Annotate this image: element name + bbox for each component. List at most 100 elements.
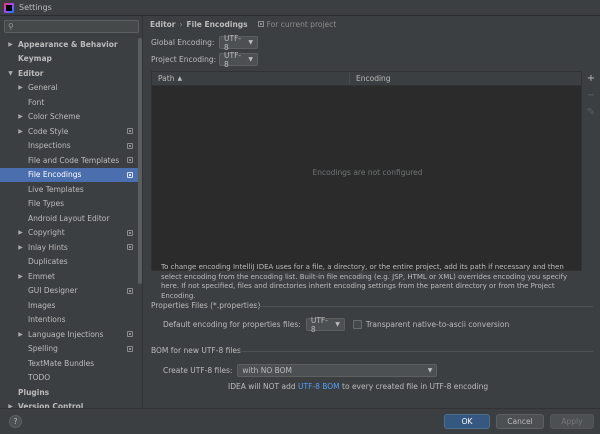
- sidebar-item-duplicates[interactable]: Duplicates: [0, 255, 142, 270]
- sidebar-scrollbar[interactable]: [138, 38, 142, 284]
- chevron-right-icon[interactable]: ▶: [16, 331, 25, 338]
- sidebar-item-general[interactable]: ▶ General: [0, 81, 142, 96]
- sidebar-item-copyright[interactable]: ▶ Copyright: [0, 226, 142, 241]
- chevron-down-icon[interactable]: ▼: [6, 70, 15, 77]
- sidebar-item-gui-designer[interactable]: GUI Designer: [0, 284, 142, 299]
- chevron-down-icon: ▼: [248, 39, 253, 46]
- breadcrumb-parent: Editor: [150, 19, 176, 29]
- project-scope-icon: [127, 157, 133, 163]
- sidebar-item-editor[interactable]: ▼ Editor: [0, 66, 142, 81]
- settings-tree: ▶ Appearance & Behavior Keymap ▼ Editor ▶ Gene…: [0, 37, 142, 408]
- chevron-right-icon[interactable]: ▶: [16, 273, 25, 280]
- table-empty-text: Encodings are not configured: [312, 167, 423, 177]
- sidebar-item-label: Language Injections: [28, 329, 104, 339]
- bom-create-value: with NO BOM: [242, 366, 293, 375]
- edit-icon[interactable]: ✎: [584, 107, 598, 124]
- bom-create-label: Create UTF-8 files:: [163, 366, 233, 375]
- chevron-down-icon: ▼: [248, 56, 253, 63]
- sidebar-item-android-layout-editor[interactable]: Android Layout Editor: [0, 211, 142, 226]
- sidebar-item-file-encodings[interactable]: File Encodings: [0, 167, 142, 182]
- chevron-right-icon[interactable]: ▶: [16, 229, 25, 236]
- chevron-right-icon[interactable]: ▶: [16, 84, 25, 91]
- bom-hint-suffix: to every created file in UTF-8 encoding: [339, 382, 489, 391]
- sidebar-item-color-scheme[interactable]: ▶ Color Scheme: [0, 110, 142, 125]
- settings-search-input[interactable]: [16, 22, 127, 31]
- sidebar-item-images[interactable]: Images: [0, 298, 142, 313]
- sidebar-item-language-injections[interactable]: ▶ Language Injections: [0, 327, 142, 342]
- sidebar-item-spelling[interactable]: Spelling: [0, 342, 142, 357]
- global-encoding-label: Global Encoding:: [151, 38, 215, 47]
- sidebar-item-emmet[interactable]: ▶ Emmet: [0, 269, 142, 284]
- chevron-down-icon: ▼: [335, 321, 340, 328]
- transparent-conversion-checkbox[interactable]: [352, 320, 362, 329]
- chevron-right-icon[interactable]: ▶: [6, 41, 15, 48]
- sidebar-item-file-types[interactable]: File Types: [0, 197, 142, 212]
- bom-section-title: BOM for new UTF-8 files: [151, 346, 241, 355]
- sidebar-item-inlay-hints[interactable]: ▶ Inlay Hints: [0, 240, 142, 255]
- section-divider: [248, 306, 593, 307]
- sidebar-item-label: TODO: [28, 373, 51, 383]
- sidebar-item-label: Editor: [18, 68, 44, 78]
- project-scope-icon: [127, 287, 133, 294]
- sidebar-item-file-and-code-templates[interactable]: File and Code Templates: [0, 153, 142, 168]
- sidebar-item-textmate-bundles[interactable]: TextMate Bundles: [0, 356, 142, 371]
- sidebar-item-plugins[interactable]: Plugins: [0, 385, 142, 400]
- add-icon[interactable]: +: [584, 73, 598, 90]
- sidebar-item-label: Inlay Hints: [28, 242, 68, 252]
- project-scope-note: For current project: [257, 19, 337, 29]
- utf8-bom-link[interactable]: UTF-8 BOM: [298, 382, 340, 391]
- cancel-button[interactable]: Cancel: [496, 414, 544, 429]
- global-encoding-select[interactable]: UTF-8 ▼: [219, 33, 258, 52]
- sidebar-item-font[interactable]: Font: [0, 95, 142, 110]
- sidebar-item-todo[interactable]: TODO: [0, 371, 142, 386]
- bom-create-select[interactable]: with NO BOM ▼: [237, 364, 438, 377]
- project-encoding-value: UTF-8: [224, 50, 242, 69]
- bom-section-label: BOM for new UTF-8 files: [151, 346, 241, 355]
- global-encoding-row: Global Encoding: UTF-8 ▼: [151, 33, 258, 52]
- sidebar-item-label: Inspections: [28, 141, 71, 151]
- project-encoding-row: Project Encoding: UTF-8 ▼: [151, 50, 258, 69]
- encodings-table[interactable]: Path ▲ Encoding Encodings are not config…: [151, 71, 582, 271]
- sidebar-item-intentions[interactable]: Intentions: [0, 313, 142, 328]
- sidebar-item-label: Images: [28, 300, 56, 310]
- breadcrumb-separator: ›: [179, 19, 183, 29]
- chevron-right-icon[interactable]: ▶: [16, 128, 25, 135]
- remove-icon[interactable]: −: [584, 90, 598, 107]
- project-scope-label: For current project: [266, 19, 337, 29]
- sidebar-item-label: Spelling: [28, 344, 58, 354]
- chevron-right-icon[interactable]: ▶: [16, 244, 25, 251]
- apply-button[interactable]: Apply: [550, 414, 594, 429]
- dialog-button-bar: ? OK Cancel Apply: [0, 408, 600, 434]
- project-scope-icon: [127, 345, 133, 352]
- settings-search[interactable]: ⚲: [4, 20, 139, 33]
- project-scope-icon: [257, 21, 264, 27]
- chevron-right-icon[interactable]: ▶: [16, 113, 25, 120]
- settings-sidebar: ⚲ ▶ Appearance & Behavior Keymap ▼ Editor ▶ Ge…: [0, 16, 143, 408]
- sidebar-item-label: Plugins: [18, 387, 50, 397]
- sidebar-item-appearance-behavior[interactable]: ▶ Appearance & Behavior: [0, 37, 142, 52]
- sidebar-item-label: Emmet: [28, 271, 55, 281]
- breadcrumb-current: File Encodings: [186, 19, 248, 29]
- sidebar-item-version-control[interactable]: ▶ Version Control: [0, 400, 142, 408]
- file-encodings-panel: Editor › File Encodings For current proj…: [144, 16, 600, 408]
- ok-button[interactable]: OK: [444, 414, 490, 429]
- project-encoding-select[interactable]: UTF-8 ▼: [219, 50, 258, 69]
- sidebar-item-code-style[interactable]: ▶ Code Style: [0, 124, 142, 139]
- project-encoding-label: Project Encoding:: [151, 55, 217, 64]
- table-toolbar: + − ✎: [584, 73, 598, 124]
- sidebar-item-label: General: [28, 83, 58, 93]
- properties-section-label: Properties Files (*.properties): [151, 301, 261, 310]
- sidebar-item-label: File Types: [28, 199, 65, 209]
- project-scope-icon: [127, 244, 133, 250]
- bom-create-row: Create UTF-8 files: with NO BOM ▼: [163, 364, 438, 377]
- sidebar-item-label: Intentions: [28, 315, 66, 325]
- global-encoding-value: UTF-8: [224, 33, 242, 52]
- properties-encoding-value: UTF-8: [310, 315, 328, 334]
- sidebar-item-label: Code Style: [28, 126, 69, 136]
- help-button[interactable]: ?: [9, 415, 22, 428]
- sidebar-item-keymap[interactable]: Keymap: [0, 52, 142, 67]
- sidebar-item-inspections[interactable]: Inspections: [0, 139, 142, 154]
- sidebar-item-live-templates[interactable]: Live Templates: [0, 182, 142, 197]
- properties-encoding-select[interactable]: UTF-8 ▼: [305, 315, 345, 334]
- transparent-conversion-label[interactable]: Transparent native-to-ascii conversion: [366, 320, 509, 329]
